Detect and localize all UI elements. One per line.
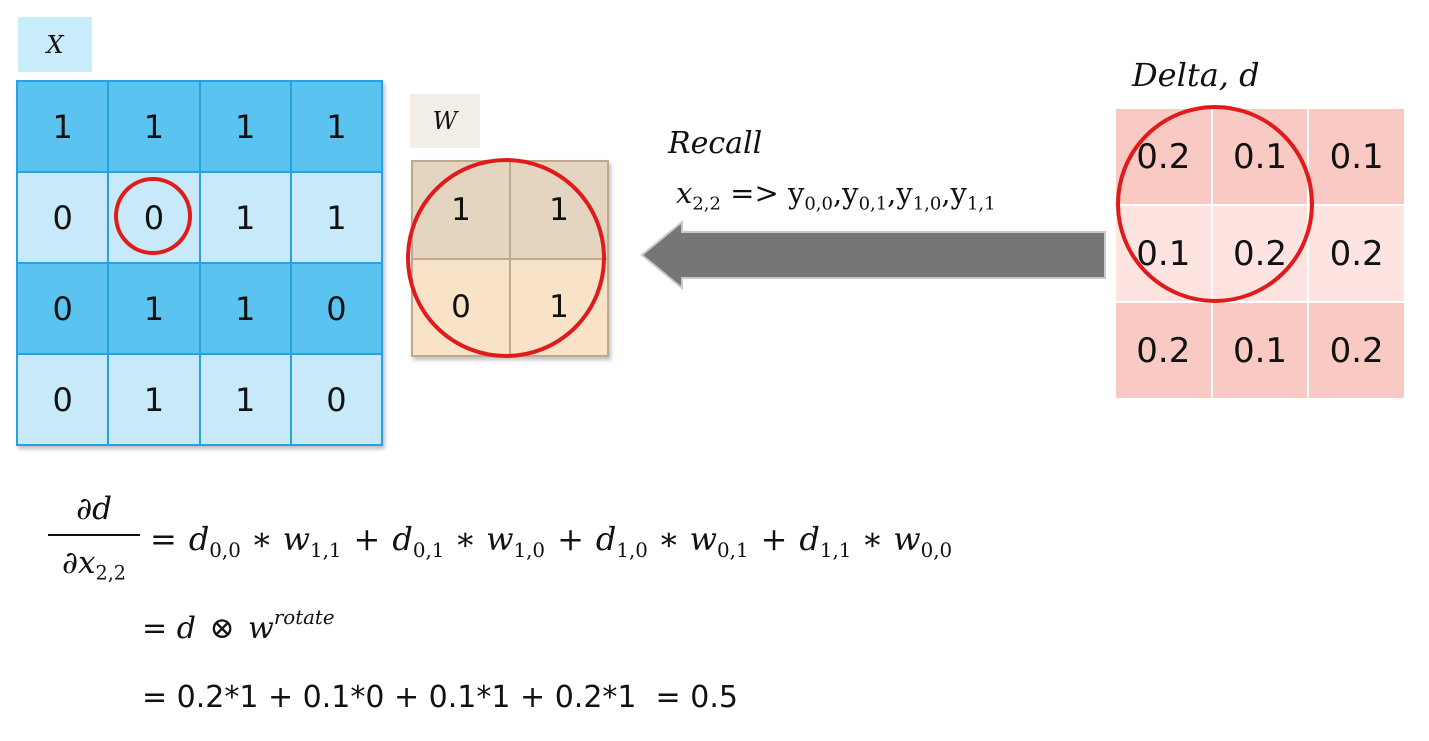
x-matrix-cell: 1 bbox=[199, 354, 291, 445]
recall-terms: y0,0,y0,1,y1,0,y1,1 bbox=[787, 176, 996, 214]
x-matrix-cell: 1 bbox=[199, 172, 291, 263]
x-matrix-cell: 1 bbox=[17, 81, 109, 172]
fraction-bar bbox=[48, 534, 140, 536]
plus-sign: + bbox=[353, 520, 381, 558]
x-matrix-cell: 0 bbox=[17, 263, 109, 354]
line2-w: w bbox=[248, 610, 274, 646]
delta-term-sub: 1,1 bbox=[819, 538, 852, 562]
line2-equals: = bbox=[142, 610, 168, 646]
x-matrix-cell: 0 bbox=[290, 354, 382, 445]
delta-term-sub: 1,0 bbox=[616, 538, 648, 562]
recall-separator: , bbox=[887, 176, 897, 210]
fraction-numerator: ∂d bbox=[76, 491, 112, 527]
recall-term-sub: 0,1 bbox=[858, 193, 888, 215]
recall-arrow-text: => bbox=[720, 176, 788, 210]
recall-term-sub: 0,0 bbox=[804, 193, 833, 215]
weight-term-sub: 0,0 bbox=[920, 538, 953, 562]
fraction-denominator: ∂x2,2 bbox=[61, 545, 127, 585]
x-matrix: 1111001101100110 bbox=[16, 80, 383, 446]
x-matrix-cell: 1 bbox=[108, 354, 200, 445]
recall-term: y bbox=[787, 176, 805, 210]
recall-separator: , bbox=[941, 176, 951, 210]
recall-term-sub: 1,0 bbox=[912, 193, 942, 215]
delta-term: d bbox=[799, 520, 820, 558]
x-matrix-cell: 1 bbox=[290, 81, 382, 172]
weight-term-sub: 1,1 bbox=[309, 538, 342, 562]
left-arrow-icon bbox=[640, 219, 1106, 291]
plus-sign: + bbox=[557, 520, 584, 558]
multiply-sign: ∗ bbox=[861, 520, 884, 558]
line2-rotate-sup: rotate bbox=[273, 606, 335, 629]
x-matrix-cell: 1 bbox=[290, 172, 382, 263]
recall-term: y bbox=[842, 176, 859, 210]
recall-mapping: x2,2 => y0,0,y0,1,y1,0,y1,1 bbox=[676, 176, 996, 214]
recall-x: x bbox=[676, 176, 693, 210]
w-matrix-label-text: W bbox=[432, 107, 458, 135]
delta-matrix-cell: 0.2 bbox=[1308, 302, 1405, 399]
recall-title: Recall bbox=[668, 126, 763, 161]
delta-term: d bbox=[392, 520, 413, 558]
delta-matrix-cell: 0.2 bbox=[1115, 302, 1212, 399]
multiply-sign: ∗ bbox=[657, 520, 680, 558]
x-matrix-cell: 0 bbox=[17, 172, 109, 263]
delta-matrix-cell: 0.1 bbox=[1308, 108, 1405, 205]
delta-term-sub: 0,0 bbox=[209, 538, 241, 562]
recall-term: y bbox=[950, 176, 967, 210]
w-matrix-label: W bbox=[410, 94, 480, 148]
equation-line-3: = 0.2*1 + 0.1*0 + 0.1*1 + 0.2*1 = 0.5 bbox=[142, 680, 738, 715]
recall-term: y bbox=[896, 176, 913, 210]
weight-term: w bbox=[689, 520, 718, 558]
x-matrix-cell: 0 bbox=[290, 263, 382, 354]
x-matrix-cell: 1 bbox=[108, 81, 200, 172]
delta-matrix-cell: 0.1 bbox=[1211, 302, 1309, 399]
equation-line-1: = d0,0 ∗ w1,1 + d0,1 ∗ w1,0 + d1,0 ∗ w0,1 + d1,1 ∗ w0,0 bbox=[150, 520, 952, 562]
weight-term: w bbox=[486, 520, 514, 558]
x-matrix-cell: 0 bbox=[17, 354, 109, 445]
x-matrix-cell: 1 bbox=[199, 263, 291, 354]
weight-term: w bbox=[282, 520, 310, 558]
delta-term: d bbox=[188, 520, 210, 558]
x-cell-highlight-ring bbox=[114, 177, 192, 255]
weight-term-sub: 0,1 bbox=[717, 538, 749, 562]
recall-separator: , bbox=[832, 176, 843, 210]
x-matrix-cell: 1 bbox=[199, 81, 291, 172]
multiply-sign: ∗ bbox=[250, 520, 273, 558]
delta-matrix-label: Delta, d bbox=[1132, 56, 1260, 94]
w-matrix-highlight-ring bbox=[406, 158, 606, 358]
line1-equals: = bbox=[150, 520, 177, 558]
delta-matrix-highlight-ring bbox=[1116, 105, 1314, 303]
line2-d: d bbox=[176, 610, 196, 646]
recall-x-sub: 2,2 bbox=[692, 193, 721, 215]
recall-term-sub: 1,1 bbox=[966, 193, 996, 215]
delta-term-sub: 0,1 bbox=[412, 538, 445, 562]
multiply-sign: ∗ bbox=[454, 520, 477, 558]
weight-term-sub: 1,0 bbox=[513, 538, 546, 562]
equation-line-2: = d ⊗ wrotate bbox=[142, 606, 335, 646]
gradient-fraction: ∂d ∂x2,2 bbox=[48, 486, 140, 586]
delta-matrix-cell: 0.2 bbox=[1308, 205, 1405, 302]
convolution-operator-icon: ⊗ bbox=[209, 610, 235, 646]
x-matrix-cell: 1 bbox=[108, 263, 200, 354]
plus-sign: + bbox=[760, 520, 788, 558]
weight-term: w bbox=[893, 520, 921, 558]
x-matrix-label: X bbox=[18, 17, 92, 72]
delta-term: d bbox=[595, 520, 617, 558]
x-matrix-label-text: X bbox=[46, 30, 64, 59]
